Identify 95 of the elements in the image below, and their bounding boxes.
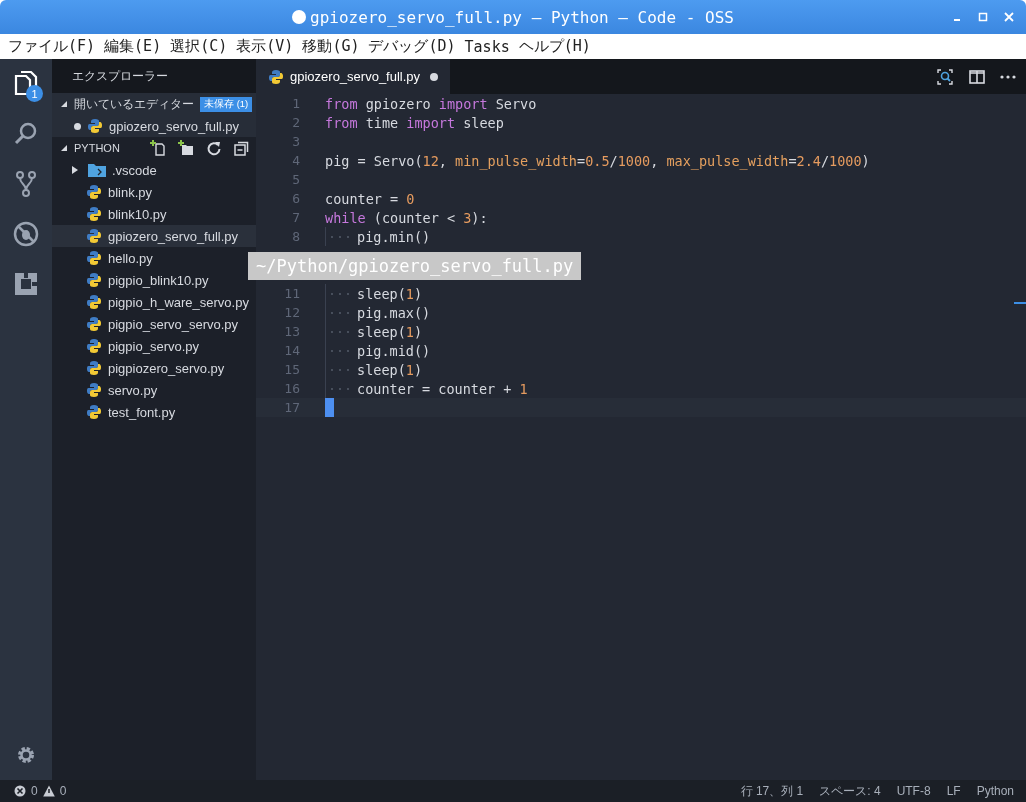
file-tree-item[interactable]: pigpiozero_servo.py xyxy=(52,357,256,379)
window-title: gpiozero_servo_full.py — Python — Code - OSS xyxy=(310,7,734,27)
section-header[interactable]: 開いているエディター xyxy=(74,96,194,112)
split-editor-icon[interactable] xyxy=(968,67,986,86)
extensions-icon[interactable] xyxy=(13,271,39,297)
menu-item[interactable]: 編集(E) xyxy=(104,37,162,56)
menu-item[interactable]: ファイル(F) xyxy=(8,37,96,56)
files-icon[interactable] xyxy=(13,70,39,98)
file-tree-item[interactable]: pigpio_h_ware_servo.py xyxy=(52,291,256,313)
line-number: 4 xyxy=(292,153,300,168)
expand-caret-icon[interactable] xyxy=(72,166,78,174)
folder-icon xyxy=(88,163,106,177)
new-folder-icon[interactable] xyxy=(178,140,194,156)
encoding[interactable]: UTF-8 xyxy=(896,784,931,798)
line-ending[interactable]: LF xyxy=(946,784,961,798)
line-number: 5 xyxy=(292,172,300,187)
line-number: 3 xyxy=(292,134,300,149)
python-file-icon xyxy=(86,316,102,332)
folder-header[interactable]: PYTHON xyxy=(74,142,120,154)
python-file-icon xyxy=(86,360,102,376)
close-icon[interactable] xyxy=(1002,10,1016,24)
notification-badge: 1 xyxy=(26,85,43,102)
open-preview-icon[interactable] xyxy=(936,67,954,86)
python-file-icon xyxy=(86,382,102,398)
menu-item[interactable]: デバッグ(D) xyxy=(368,37,456,56)
file-tree-item[interactable]: test_font.py xyxy=(52,401,256,423)
python-file-icon xyxy=(268,68,284,85)
menu-item[interactable]: 選択(C) xyxy=(170,37,228,56)
line-number: 13 xyxy=(284,324,300,339)
warning-count[interactable]: 0 xyxy=(59,784,67,798)
file-tree-item[interactable]: blink10.py xyxy=(52,203,256,225)
more-actions-icon[interactable] xyxy=(1000,74,1016,79)
python-file-icon xyxy=(86,184,102,200)
code-line: sleep(1) xyxy=(357,323,423,340)
code-line: counter = counter + 1 xyxy=(357,380,528,397)
file-tree-item[interactable]: pigpio_servo_servo.py xyxy=(52,313,256,335)
editor-tab[interactable]: gpiozero_servo_full.py xyxy=(256,59,451,94)
line-number: 16 xyxy=(284,381,300,396)
line-number: 12 xyxy=(284,305,300,320)
line-number: 2 xyxy=(292,115,300,130)
line-number: 14 xyxy=(284,343,300,358)
menu-item[interactable]: ヘルプ(H) xyxy=(518,37,591,56)
line-number: 11 xyxy=(284,286,300,301)
python-file-icon xyxy=(86,272,102,288)
code-line: pig.min() xyxy=(357,228,431,245)
file-tree-item[interactable]: pigpio_servo.py xyxy=(52,335,256,357)
file-tree-item[interactable]: blink.py xyxy=(52,181,256,203)
file-tree-item[interactable]: servo.py xyxy=(52,379,256,401)
code-line: pig = Servo(12, min_pulse_width=0.5/1000, max_pulse_width=2.4/1000) xyxy=(325,152,870,169)
text-cursor xyxy=(325,398,334,417)
expand-caret-icon[interactable] xyxy=(60,100,68,108)
line-number: 6 xyxy=(292,191,300,206)
cursor-position[interactable]: 行 17、列 1 xyxy=(740,782,804,800)
python-file-icon xyxy=(86,294,102,310)
warning-icon[interactable] xyxy=(42,785,55,797)
collapse-all-icon[interactable] xyxy=(234,140,250,156)
code-line: pig.max() xyxy=(357,304,431,321)
error-count[interactable]: 0 xyxy=(31,784,38,798)
code-line: sleep(1) xyxy=(357,361,423,378)
line-number: 15 xyxy=(284,362,300,377)
menu-item[interactable]: Tasks xyxy=(464,37,510,56)
indentation-setting[interactable]: スペース: 4 xyxy=(819,782,881,800)
menu-item[interactable]: 表示(V) xyxy=(236,37,294,56)
menu-item[interactable]: 移動(G) xyxy=(302,37,360,56)
maximize-icon[interactable] xyxy=(976,10,990,24)
line-number: 17 xyxy=(284,400,300,415)
settings-icon[interactable] xyxy=(16,745,36,765)
line-number: 1 xyxy=(292,96,300,111)
refresh-icon[interactable] xyxy=(206,140,222,156)
code-line: from time import sleep xyxy=(325,114,504,131)
code-line: while (counter < 3): xyxy=(325,209,488,226)
code-line: counter = 0 xyxy=(325,190,415,207)
file-tree-item[interactable]: gpiozero_servo_full.py xyxy=(52,225,256,247)
search-icon[interactable] xyxy=(13,121,39,147)
code-line: from gpiozero import Servo xyxy=(325,95,537,112)
expand-caret-icon[interactable] xyxy=(60,144,68,152)
error-icon[interactable] xyxy=(14,785,26,797)
code-line: sleep(1) xyxy=(357,285,423,302)
source-control-icon[interactable] xyxy=(15,170,37,198)
python-file-icon xyxy=(86,250,102,266)
overview-ruler-mark xyxy=(1014,302,1026,304)
debug-icon[interactable] xyxy=(12,220,40,248)
new-file-icon[interactable] xyxy=(150,140,166,156)
python-file-icon xyxy=(86,404,102,420)
panel-title: エクスプローラー xyxy=(52,59,256,93)
python-file-icon xyxy=(86,206,102,222)
file-tree-item[interactable]: .vscode xyxy=(52,159,256,181)
unsaved-count-badge: 未保存 (1) xyxy=(200,96,253,112)
python-file-icon xyxy=(86,228,102,244)
python-file-icon xyxy=(86,338,102,354)
code-line: pig.mid() xyxy=(357,342,431,359)
line-number: 8 xyxy=(292,229,300,244)
python-file-icon xyxy=(87,118,103,134)
language-mode[interactable]: Python xyxy=(976,784,1014,798)
line-number: 7 xyxy=(292,210,300,225)
